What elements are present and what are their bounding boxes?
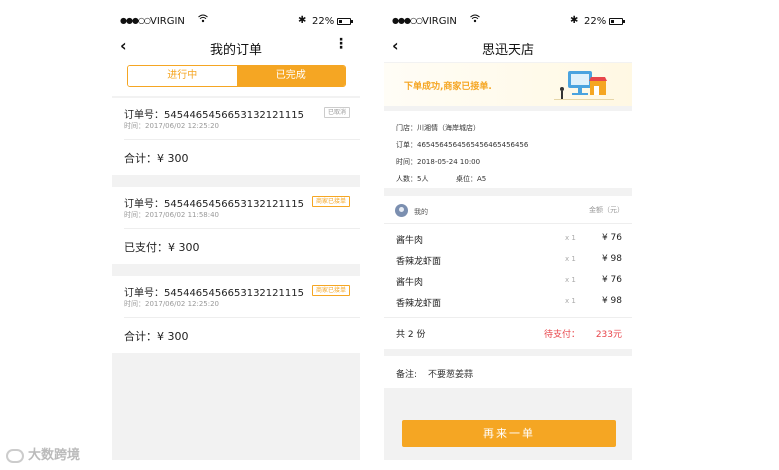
item-name: 酱牛肉 <box>396 278 424 288</box>
carrier-name: VIRGIN <box>150 16 185 27</box>
order-time: 时间：2017/06/02 12:25:20 <box>124 300 220 308</box>
divider <box>384 317 632 318</box>
battery-percent: 22% <box>312 16 335 27</box>
order-items-panel: 我的 金额（元） 酱牛肉 x 1 ¥ 76 香辣龙虾面 x 1 ¥ 98 酱牛肉… <box>384 196 632 349</box>
store-name: 门店：川湘情（海岸城店） <box>396 124 480 132</box>
status-bar: ●●●○○ VIRGIN ✱ 22% <box>384 8 632 34</box>
order-total: 合计：¥ 300 <box>124 152 189 165</box>
order-total: 已支付：¥ 300 <box>124 241 200 254</box>
carrier-name: VIRGIN <box>422 16 457 27</box>
order-number: 订单号：5454465456653132121115 <box>124 288 304 299</box>
page-title: 我的订单 <box>209 43 262 58</box>
more-options-icon[interactable]: ⋮ <box>334 36 348 52</box>
item-name: 酱牛肉 <box>396 236 424 246</box>
divider <box>124 139 360 140</box>
diner-label: 我的 <box>414 208 428 216</box>
item-qty: x 1 <box>565 297 576 305</box>
item-price: ¥ 98 <box>601 296 622 306</box>
reorder-button[interactable]: 再来一单 <box>402 420 616 447</box>
nav-bar: ‹ 思迅天店 <box>384 34 632 62</box>
watermark: 大数跨境 <box>6 444 80 463</box>
item-price: ¥ 98 <box>601 254 622 264</box>
signal-icon: ●●●○○ <box>392 16 423 25</box>
remark-panel: 备注: 不要葱姜蒜 <box>384 356 632 388</box>
shop-illustration-icon <box>554 71 614 100</box>
order-number: 订单号：5454465456653132121115 <box>124 199 304 210</box>
bluetooth-icon: ✱ <box>298 15 307 26</box>
party-size: 人数：5人 <box>396 175 429 183</box>
remark-label: 备注: <box>396 370 418 380</box>
tabs-container: 进行中 已完成 <box>112 62 360 96</box>
order-time: 时间：2017/06/02 11:58:40 <box>124 211 220 219</box>
item-price: ¥ 76 <box>601 233 622 243</box>
order-card[interactable]: 订单号：5454465456653132121115 时间：2017/06/02… <box>112 276 360 353</box>
order-status-tabs: 进行中 已完成 <box>127 65 346 87</box>
item-name: 香辣龙虾面 <box>396 299 442 309</box>
nav-bar: ‹ 我的订单 ⋮ <box>112 34 360 62</box>
table-number: 桌位：A5 <box>456 175 487 183</box>
item-qty: x 1 <box>565 234 576 242</box>
success-message: 下单成功,商家已接单. <box>404 82 492 92</box>
item-qty: x 1 <box>565 276 576 284</box>
status-badge: 已取消 <box>323 107 350 118</box>
store-title: 思迅天店 <box>481 43 534 58</box>
order-time: 时间：2018-05-24 10:00 <box>396 158 481 166</box>
bluetooth-icon: ✱ <box>570 15 579 26</box>
order-card[interactable]: 订单号：5454465456653132121115 时间：2017/06/02… <box>112 98 360 175</box>
item-name: 香辣龙虾面 <box>396 257 442 267</box>
battery-icon <box>337 18 353 25</box>
avatar <box>395 204 408 217</box>
amount-header: 金额（元） <box>589 206 624 214</box>
battery-percent: 22% <box>584 16 607 27</box>
amount-due-label: 待支付： <box>544 330 581 340</box>
divider <box>124 228 360 229</box>
amount-due: 233元 <box>595 330 622 340</box>
item-price: ¥ 76 <box>601 275 622 285</box>
list-item: 酱牛肉 x 1 ¥ 76 <box>384 270 632 290</box>
watermark-logo-icon <box>6 448 24 463</box>
order-number: 订单：4654564564565456465456456 <box>396 141 529 149</box>
remark-value: 不要葱姜蒜 <box>428 370 474 380</box>
orders-list-screen: ●●●○○ VIRGIN ✱ 22% ‹ 我的订单 ⋮ 进行中 已完成 订单号：… <box>112 8 360 460</box>
battery-icon <box>609 18 625 25</box>
item-count: 共 2 份 <box>396 330 426 340</box>
tab-completed[interactable]: 已完成 <box>236 66 345 86</box>
order-time: 时间：2017/06/02 12:25:20 <box>124 122 220 130</box>
order-detail-screen: ●●●○○ VIRGIN ✱ 22% ‹ 思迅天店 下单成功,商家已接单. 门店… <box>384 8 632 460</box>
wifi-icon <box>470 14 480 26</box>
signal-icon: ●●●○○ <box>120 16 151 25</box>
status-badge: 商家已接单 <box>311 285 350 296</box>
list-item: 香辣龙虾面 x 1 ¥ 98 <box>384 291 632 311</box>
status-bar: ●●●○○ VIRGIN ✱ 22% <box>112 8 360 34</box>
order-success-banner: 下单成功,商家已接单. <box>384 62 632 106</box>
divider <box>384 223 632 224</box>
divider <box>124 317 360 318</box>
tab-in-progress[interactable]: 进行中 <box>128 66 237 86</box>
list-item: 香辣龙虾面 x 1 ¥ 98 <box>384 249 632 269</box>
wifi-icon <box>198 14 208 26</box>
list-item: 酱牛肉 x 1 ¥ 76 <box>384 228 632 248</box>
order-card[interactable]: 订单号：5454465456653132121115 时间：2017/06/02… <box>112 187 360 264</box>
order-info-panel: 门店：川湘情（海岸城店） 订单：465456456456545646545645… <box>384 111 632 188</box>
watermark-text: 大数跨境 <box>28 448 81 463</box>
item-qty: x 1 <box>565 255 576 263</box>
order-total: 合计：¥ 300 <box>124 330 189 343</box>
status-badge: 商家已接单 <box>311 196 350 207</box>
order-number: 订单号：5454465456653132121115 <box>124 110 304 121</box>
